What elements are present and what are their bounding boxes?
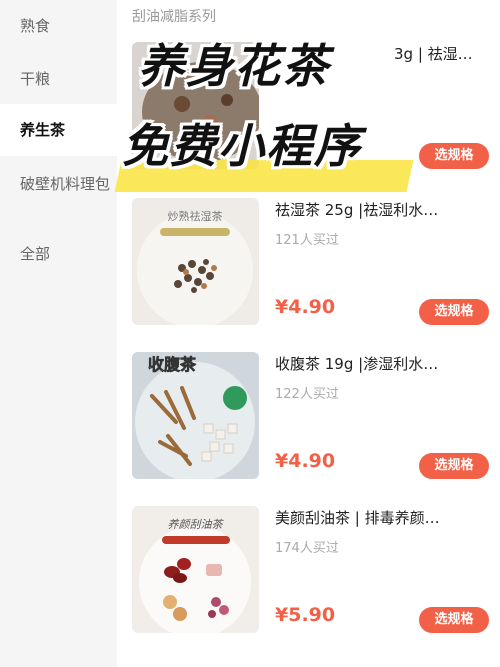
select-spec-button[interactable]: 选规格 — [419, 299, 489, 325]
product-name[interactable]: 祛湿茶 25g |祛湿利水… — [275, 199, 480, 220]
sold-count: 121人买过 — [275, 233, 339, 248]
promo-subtitle: 免费小程序 — [122, 119, 362, 173]
sidebar-item-health-tea[interactable]: 养生茶 — [0, 104, 117, 156]
category-sidebar: 熟食 干粮 养生茶 破壁机料理包 全部 — [0, 0, 117, 667]
sidebar-item-dry-food[interactable]: 干粮 — [0, 67, 117, 91]
sold-count: 122人买过 — [275, 387, 339, 402]
select-spec-button[interactable]: 选规格 — [419, 143, 489, 169]
sidebar-item-all[interactable]: 全部 — [0, 242, 117, 266]
select-spec-button[interactable]: 选规格 — [419, 453, 489, 479]
product-image-label: 炒熟祛湿茶 — [168, 209, 223, 223]
product-price: ¥4.90 — [275, 450, 336, 472]
product-name[interactable]: 美颜刮油茶 | 排毒养颜… — [275, 507, 480, 528]
product-price: ¥4.90 — [275, 296, 336, 318]
product-price: ¥5.90 — [275, 604, 336, 626]
product-card[interactable]: 养颜刮油茶 美颜刮油茶 | 排毒养颜… 174人买过 ¥5.90 选规格 — [132, 506, 494, 634]
product-card[interactable]: 炒熟祛湿茶 祛湿茶 25g |祛湿利水… 121人买过 ¥4.90 选规格 — [132, 198, 494, 326]
product-card[interactable]: 收腹茶 收腹茶 19g |渗湿利水… 122人买过 ¥4.90 选规格 — [132, 352, 494, 480]
product-name[interactable]: 收腹茶 19g |渗湿利水… — [275, 353, 480, 374]
product-image-label: 养颜刮油茶 — [168, 518, 225, 531]
sidebar-item-blender-pack[interactable]: 破壁机料理包 — [0, 172, 110, 196]
product-image[interactable]: 收腹茶 — [132, 352, 259, 479]
product-image-label: 收腹茶 — [148, 355, 197, 374]
product-list: 刮油减脂系列 3g | 祛湿… 选规格 炒熟祛湿茶 祛湿茶 25g |祛湿利水…… — [117, 0, 500, 667]
section-title: 刮油减脂系列 — [132, 9, 216, 25]
product-name[interactable]: 3g | 祛湿… — [394, 43, 484, 64]
product-image[interactable]: 炒熟祛湿茶 — [132, 198, 259, 325]
promo-title: 养身花茶 — [138, 39, 330, 93]
product-image[interactable]: 养颜刮油茶 — [132, 506, 259, 633]
select-spec-button[interactable]: 选规格 — [419, 607, 489, 633]
sold-count: 174人买过 — [275, 541, 339, 556]
sidebar-item-cooked-food[interactable]: 熟食 — [0, 14, 117, 38]
